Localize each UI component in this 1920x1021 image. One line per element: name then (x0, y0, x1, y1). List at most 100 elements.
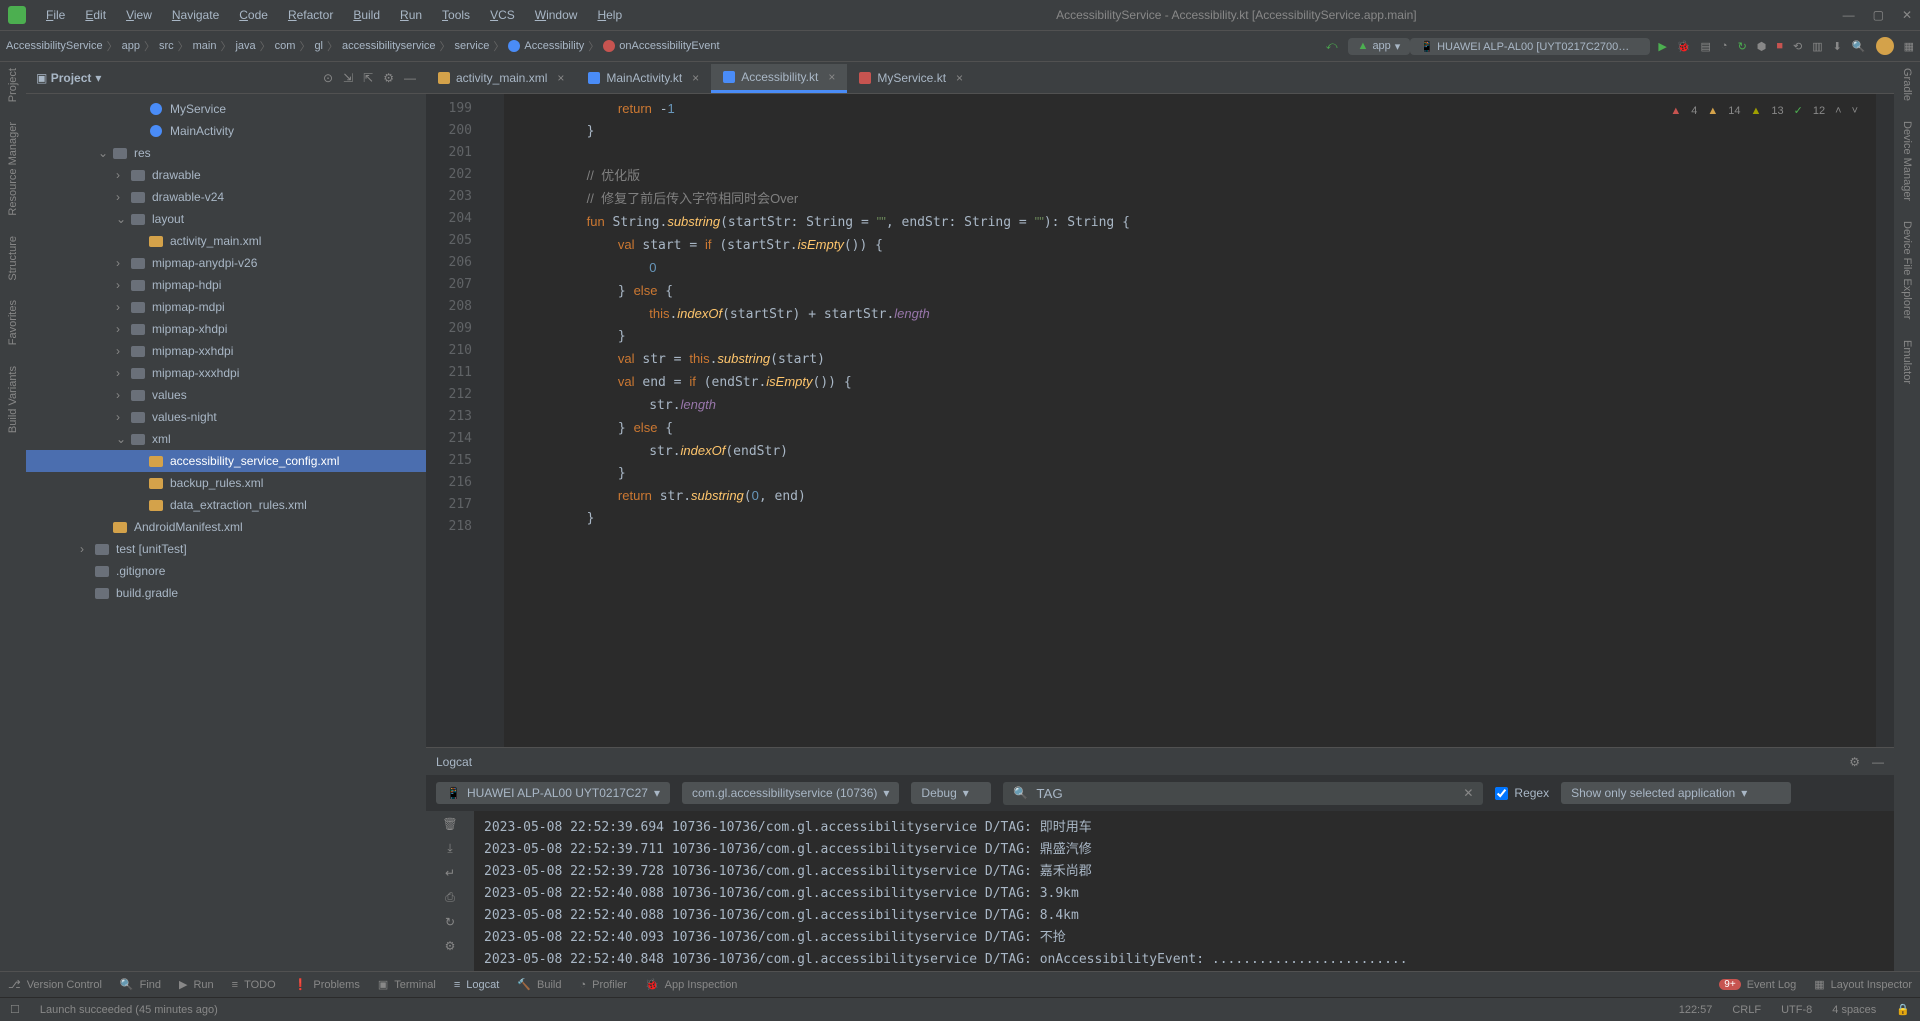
menu-help[interactable]: Help (589, 4, 630, 26)
process-dropdown[interactable]: com.gl.accessibilityservice (10736) ▾ (682, 782, 899, 804)
hide-icon[interactable]: — (404, 71, 416, 85)
close-icon[interactable]: ✕ (1902, 8, 1912, 22)
search-input[interactable] (1036, 786, 1455, 801)
breadcrumb-segment[interactable]: Accessibility (524, 40, 584, 52)
bottom-terminal[interactable]: ▣Terminal (378, 978, 436, 991)
tree-node[interactable]: ›values-night (26, 406, 426, 428)
tool-structure[interactable]: Structure (7, 236, 19, 281)
tree-node[interactable]: ›mipmap-xhdpi (26, 318, 426, 340)
menu-navigate[interactable]: Navigate (164, 4, 227, 26)
regex-input[interactable] (1495, 787, 1508, 800)
breadcrumb-segment[interactable]: src (159, 40, 174, 52)
close-tab-icon[interactable]: × (692, 71, 699, 85)
tree-node[interactable]: ›mipmap-anydpi-v26 (26, 252, 426, 274)
chevron-up-icon[interactable]: ˄ (1835, 105, 1841, 117)
restart-icon[interactable]: ↻ (445, 915, 455, 929)
soft-wrap-icon[interactable]: ↵ (445, 866, 455, 880)
menu-tools[interactable]: Tools (434, 4, 478, 26)
tool-device-manager[interactable]: Device Manager (1901, 121, 1913, 201)
bottom-logcat[interactable]: ≡Logcat (454, 979, 499, 991)
tool-device-file-explorer[interactable]: Device File Explorer (1901, 221, 1913, 319)
tab-Accessibility-kt[interactable]: Accessibility.kt× (711, 64, 847, 93)
tree-node[interactable]: ›mipmap-xxhdpi (26, 340, 426, 362)
tool-favorites[interactable]: Favorites (7, 300, 19, 345)
tree-node[interactable]: ›drawable-v24 (26, 186, 426, 208)
minimap[interactable] (1876, 94, 1894, 747)
tree-node[interactable]: ⌄res (26, 142, 426, 164)
sdk-icon[interactable]: ⬇ (1833, 40, 1842, 53)
expand-icon[interactable]: ⇲ (343, 71, 353, 85)
breadcrumb[interactable]: AccessibilityService〉app〉src〉main〉java〉c… (6, 38, 1316, 54)
collapse-icon[interactable]: ⇱ (363, 71, 373, 85)
attach-debugger-icon[interactable]: ⬢ (1757, 40, 1767, 53)
menu-edit[interactable]: Edit (77, 4, 114, 26)
coverage-icon[interactable]: ▤ (1701, 40, 1711, 53)
bottom-find[interactable]: 🔍Find (120, 978, 161, 991)
tool-project[interactable]: Project (7, 68, 19, 102)
project-tree[interactable]: MyServiceMainActivity⌄res›drawable›drawa… (26, 94, 426, 971)
settings-icon[interactable]: ▦ (1904, 40, 1914, 53)
code-area[interactable]: return -1 } // 优化版 // 修复了前后传入字符相同时会Over … (504, 94, 1876, 747)
run-icon[interactable]: ▶ (1658, 40, 1666, 53)
tree-node[interactable]: backup_rules.xml (26, 472, 426, 494)
menu-vcs[interactable]: VCS (482, 4, 523, 26)
tree-node[interactable]: data_extraction_rules.xml (26, 494, 426, 516)
device-selector[interactable]: 📱 HUAWEI ALP-AL00 [UYT0217C2700… (1410, 38, 1650, 55)
print-icon[interactable]: ⎙ (445, 890, 455, 905)
trash-icon[interactable]: 🗑 (442, 817, 457, 831)
sync-icon[interactable]: ⟲ (1793, 40, 1802, 53)
layout-inspector-button[interactable]: ▦ Layout Inspector (1814, 978, 1912, 991)
menu-view[interactable]: View (118, 4, 160, 26)
stop-icon[interactable]: ■ (1776, 40, 1783, 52)
caret-position[interactable]: 122:57 (1679, 1004, 1713, 1016)
logcat-search[interactable]: 🔍 ✕ (1003, 782, 1483, 805)
scroll-end-icon[interactable]: ⤓ (447, 841, 452, 856)
breadcrumb-segment[interactable]: com (275, 40, 296, 52)
bottom-profiler[interactable]: ◔Profiler (579, 979, 627, 991)
menu-window[interactable]: Window (527, 4, 586, 26)
indent-info[interactable]: 4 spaces (1832, 1004, 1876, 1016)
tab-MyService-kt[interactable]: MyService.kt× (847, 65, 975, 93)
tree-node[interactable]: accessibility_service_config.xml (26, 450, 426, 472)
tree-node[interactable]: ›values (26, 384, 426, 406)
chevron-down-icon[interactable]: ˅ (1852, 105, 1858, 117)
bottom-build[interactable]: 🔨Build (517, 978, 561, 991)
bottom-run[interactable]: ▶Run (179, 978, 214, 991)
menu-code[interactable]: Code (231, 4, 276, 26)
avatar[interactable] (1876, 37, 1894, 55)
profile-icon[interactable]: ◔ (1721, 40, 1728, 52)
tree-node[interactable]: .gitignore (26, 560, 426, 582)
close-tab-icon[interactable]: × (828, 70, 835, 84)
logcat-output[interactable]: 2023-05-08 22:52:39.694 10736-10736/com.… (474, 811, 1894, 971)
editor[interactable]: 1992002012022032042052062072082092102112… (426, 94, 1894, 747)
tree-node[interactable]: ›mipmap-xxxhdpi (26, 362, 426, 384)
tool-gradle[interactable]: Gradle (1901, 68, 1913, 101)
avd-icon[interactable]: ▥ (1812, 40, 1822, 53)
status-icon[interactable]: ☐ (10, 1003, 20, 1016)
tab-activity_main-xml[interactable]: activity_main.xml× (426, 65, 576, 93)
event-log-button[interactable]: 9+ Event Log (1719, 979, 1796, 991)
close-tab-icon[interactable]: × (956, 71, 963, 85)
inspections-widget[interactable]: ▲4 ▲14 ▲13 ✓12 ˄ ˅ (1664, 102, 1864, 119)
tree-node[interactable]: ⌄xml (26, 428, 426, 450)
tree-node[interactable]: MyService (26, 98, 426, 120)
lock-icon[interactable]: 🔒 (1896, 1003, 1910, 1016)
breadcrumb-segment[interactable]: app (122, 40, 140, 52)
tab-MainActivity-kt[interactable]: MainActivity.kt× (576, 65, 711, 93)
debug-icon[interactable]: 🐞 (1677, 40, 1691, 53)
file-encoding[interactable]: UTF-8 (1781, 1004, 1812, 1016)
chevron-down-icon[interactable]: ▾ (95, 71, 101, 85)
hide-icon[interactable]: — (1872, 755, 1884, 769)
menu-build[interactable]: Build (345, 4, 388, 26)
tool-resource-manager[interactable]: Resource Manager (7, 122, 19, 216)
settings-icon[interactable]: ⚙ (445, 939, 456, 953)
breadcrumb-segment[interactable]: main (193, 40, 217, 52)
filter-dropdown[interactable]: Show only selected application ▾ (1561, 782, 1791, 804)
bottom-problems[interactable]: ❗Problems (294, 978, 360, 991)
breadcrumb-segment[interactable]: onAccessibilityEvent (619, 40, 719, 52)
regex-checkbox[interactable]: Regex (1495, 786, 1549, 800)
tree-node[interactable]: ›mipmap-hdpi (26, 274, 426, 296)
gear-icon[interactable]: ⚙ (383, 71, 394, 85)
menu-refactor[interactable]: Refactor (280, 4, 341, 26)
bottom-todo[interactable]: ≡TODO (232, 979, 276, 991)
